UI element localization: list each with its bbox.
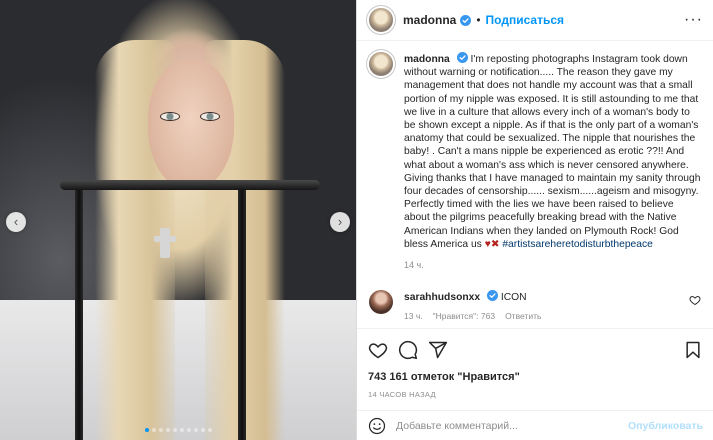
photo-bedpost-left [75,185,83,440]
caption-text: I'm reposting photographs Instagram took… [404,54,701,250]
comment-avatar[interactable] [369,290,393,315]
carousel-dot [158,428,163,432]
post-actions [368,337,703,363]
comment-reply-button[interactable]: Ответить [505,311,541,321]
post-media[interactable]: ‹ › [0,0,356,440]
carousel-dot [193,428,198,432]
photo-bed-rail [60,180,320,190]
photo-eye-left [160,112,180,121]
comment-meta: 13 ч. "Нравится": 763 Ответить [404,311,689,321]
add-comment-bar: Опубликовать [357,410,713,440]
verified-icon [486,290,498,302]
comment-row: sarahhudsonxx ICON 13 ч. "Нравится": 763… [369,290,701,321]
carousel-dot [172,428,177,432]
comment-input[interactable] [396,419,629,432]
photo-bedpost-right [238,185,246,440]
carousel-prev-button[interactable]: ‹ [6,212,26,232]
comment-body: sarahhudsonxx ICON 13 ч. "Нравится": 763… [404,290,689,321]
follow-button[interactable]: Подписаться [486,13,564,27]
post-header: madonna • Подписаться ··· [357,0,713,41]
caption-text-block: madonna I'm reposting photographs Instag… [404,52,701,251]
comment-time: 13 ч. [404,311,423,322]
photo-bed [0,300,356,440]
post-panel: madonna • Подписаться ··· madonna I'm re… [356,0,713,440]
comments-list[interactable]: madonna I'm reposting photographs Instag… [357,42,713,327]
share-icon[interactable] [428,340,448,360]
bookmark-icon[interactable] [683,340,703,360]
carousel-dot [144,428,149,432]
photo-face [148,60,234,190]
post: ‹ › madonna • Подписаться ··· madonna I'… [0,0,713,440]
verified-icon [456,52,468,63]
photo-cross-pendant [154,228,176,258]
caption-row: madonna I'm reposting photographs Instag… [369,52,701,270]
photo-eye-right [200,112,220,121]
header-username[interactable]: madonna [403,13,456,27]
carousel-dot [200,428,205,432]
carousel-next-button[interactable]: › [330,212,350,232]
carousel-dot [207,428,212,432]
avatar[interactable] [369,8,393,32]
heart-icon[interactable] [368,340,388,360]
caption-time: 14 ч. [404,260,424,271]
verified-icon [460,14,472,26]
more-options-icon[interactable]: ··· [684,11,703,29]
caption-hashtag[interactable]: #artistsareheretodisturbthepeace [502,239,653,250]
small-heart-icon[interactable] [689,294,701,306]
caption-avatar[interactable] [369,52,393,76]
caption-body: madonna I'm reposting photographs Instag… [404,52,701,270]
comment-likes[interactable]: "Нравится": 763 [433,311,495,321]
comment-text: ICON [500,292,527,304]
comment-username[interactable]: sarahhudsonxx [404,292,480,303]
caption-emoji: ♥✖ [484,238,500,250]
caption-username[interactable]: madonna [404,54,450,65]
carousel-dot [186,428,191,432]
likes-count[interactable]: 743 161 отметок "Нравится" [368,371,703,383]
comment-text-block: sarahhudsonxx ICON [404,290,689,304]
carousel-dot [151,428,156,432]
carousel-indicator [0,428,356,432]
carousel-dot [179,428,184,432]
carousel-dot [165,428,170,432]
post-timestamp[interactable]: 14 ЧАСОВ НАЗАД [368,390,703,399]
publish-button[interactable]: Опубликовать [628,420,703,432]
emoji-icon[interactable] [368,417,386,435]
post-actions-area: 743 161 отметок "Нравится" 14 ЧАСОВ НАЗА… [357,328,713,399]
header-separator: • [476,13,481,27]
comment-icon[interactable] [398,340,418,360]
